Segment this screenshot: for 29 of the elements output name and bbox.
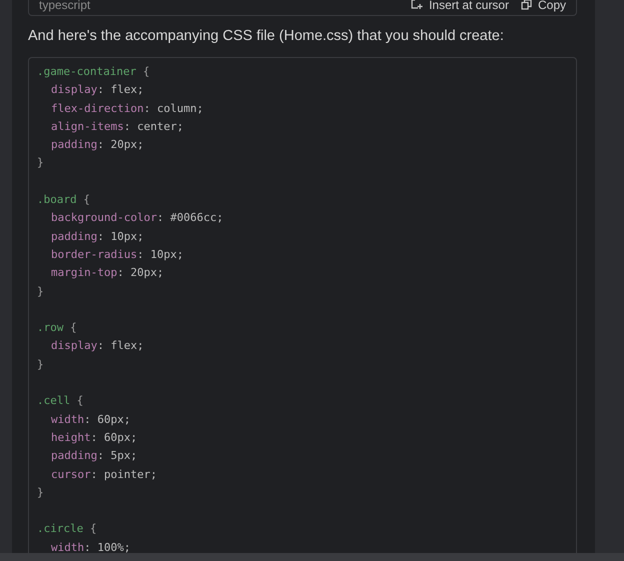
code-line: .cell {: [37, 393, 84, 410]
code-line: padding: 5px;: [50, 448, 138, 464]
code-line: .row {: [37, 320, 77, 336]
insert-button[interactable]: Insert at cursor: [410, 0, 509, 10]
code-line: .board {: [37, 192, 90, 208]
code-line: }: [37, 155, 44, 172]
code-line: display: flex;: [50, 338, 144, 354]
copy-button[interactable]: Copy: [520, 0, 566, 10]
copy-icon: [520, 0, 532, 10]
code-line: align-items: center;: [50, 118, 184, 135]
code-line: flex-direction: column;: [50, 100, 204, 117]
code-line: background-color: #0066cc;: [50, 210, 224, 226]
code-line: .game-container {: [37, 64, 150, 80]
code-line: cursor: pointer;: [50, 466, 157, 483]
code-line: border-radius: 10px;: [50, 246, 184, 263]
code-line: display: flex;: [50, 82, 144, 98]
message-text: And here's the accompanying CSS file (Home.css) that you should create:: [28, 27, 504, 45]
code-line: }: [37, 284, 44, 300]
code-line: width: 60px;: [50, 412, 130, 428]
code-line: width: 100%;: [50, 540, 130, 553]
code-line: }: [37, 356, 44, 373]
code-line: height: 60px;: [50, 430, 138, 446]
code-line: padding: 10px;: [50, 228, 144, 245]
language-label: typescript: [39, 0, 90, 10]
code-line: margin-top: 20px;: [50, 265, 164, 282]
code-line: .circle {: [37, 521, 97, 538]
insert-icon: [410, 0, 423, 10]
code-line: }: [37, 484, 44, 501]
code-line: padding: 20px;: [50, 137, 144, 154]
